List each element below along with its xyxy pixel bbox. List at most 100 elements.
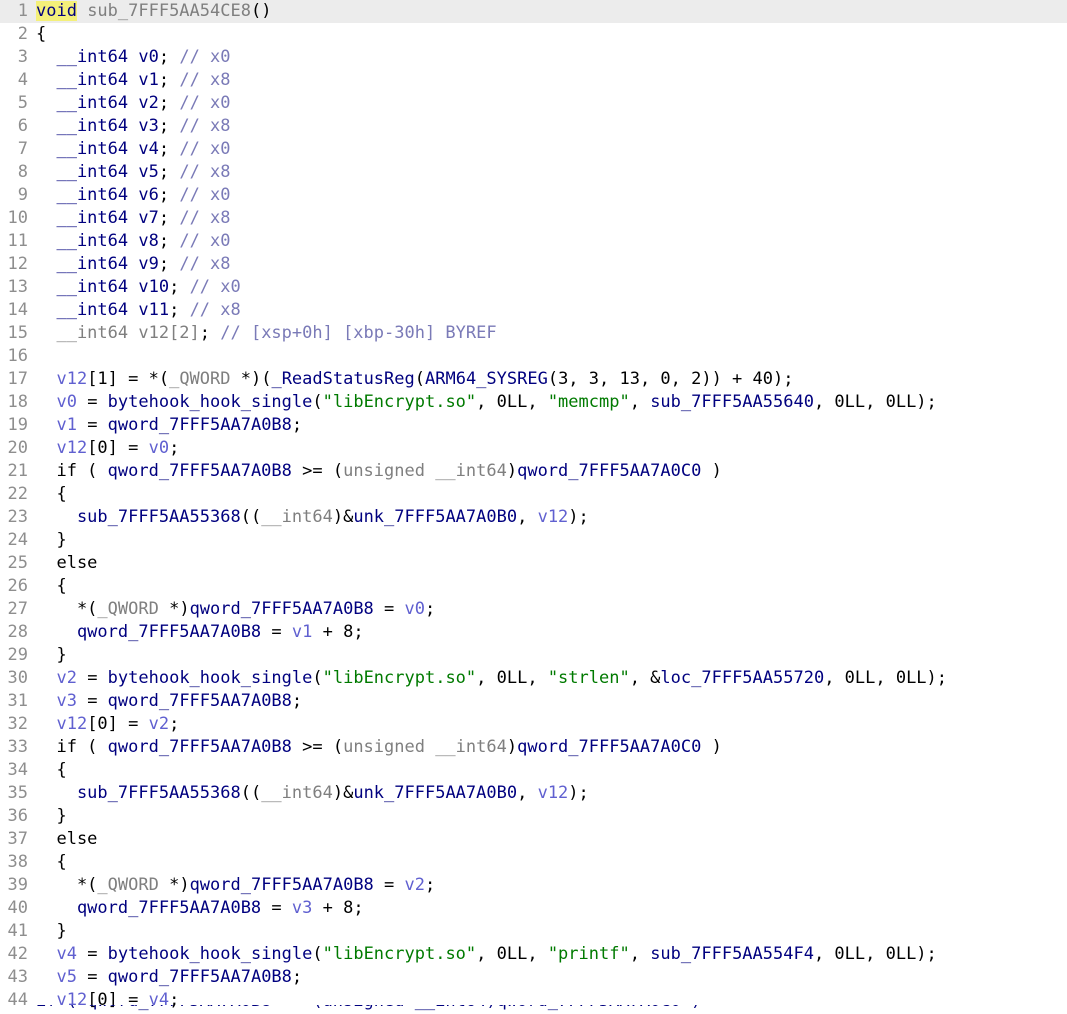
code-token[interactable]: __int64 <box>261 507 333 527</box>
code-token[interactable]: ; <box>159 162 179 182</box>
code-text[interactable]: v2 = bytehook_hook_single("libEncrypt.so… <box>36 667 947 690</box>
code-token[interactable]: unsigned __int64 <box>343 461 507 481</box>
code-text[interactable]: if ( qword_7FFF5AA7A0B8 >= (unsigned __i… <box>36 460 721 483</box>
code-line[interactable]: 1 void sub_7FFF5AA54CE8() <box>0 0 1067 23</box>
code-line[interactable]: 25 else <box>0 552 1067 575</box>
code-line[interactable]: 41 } <box>0 920 1067 943</box>
code-text[interactable]: v12[0] = v0; <box>36 437 179 460</box>
code-token[interactable]: __int64 <box>36 70 128 90</box>
code-line[interactable]: 37 else <box>0 828 1067 851</box>
code-token[interactable]: ; <box>200 323 220 343</box>
code-line[interactable]: 39 *(_QWORD *)qword_7FFF5AA7A0B8 = v2; <box>0 874 1067 897</box>
code-token[interactable]: if ( <box>36 737 108 757</box>
code-token[interactable]: qword_7FFF5AA7A0B8 <box>108 737 292 757</box>
code-token[interactable]: ) <box>507 461 517 481</box>
code-line[interactable]: 24 } <box>0 529 1067 552</box>
code-token[interactable]: } <box>36 806 66 826</box>
code-token[interactable]: ; <box>159 93 179 113</box>
code-token[interactable]: ; <box>169 277 189 297</box>
code-token[interactable]: "libEncrypt.so" <box>323 392 477 412</box>
code-token[interactable]: ARM64_SYSREG <box>425 369 548 389</box>
code-line[interactable]: 21 if ( qword_7FFF5AA7A0B8 >= (unsigned … <box>0 460 1067 483</box>
code-token[interactable]: qword_7FFF5AA7A0B8 <box>36 898 261 918</box>
code-token[interactable]: + 8; <box>312 622 364 642</box>
code-token[interactable]: v12 <box>538 783 569 803</box>
code-token[interactable]: _QWORD <box>169 369 230 389</box>
code-token[interactable]: // x0 <box>179 47 230 67</box>
code-token[interactable]: // x8 <box>179 70 230 90</box>
code-text[interactable]: else <box>36 552 97 575</box>
code-text[interactable]: { <box>36 851 66 874</box>
code-text[interactable]: v1 = qword_7FFF5AA7A0B8; <box>36 414 302 437</box>
code-text[interactable]: __int64 v11; // x8 <box>36 299 240 322</box>
code-token[interactable]: ; <box>169 438 179 458</box>
code-line[interactable]: 18 v0 = bytehook_hook_single("libEncrypt… <box>0 391 1067 414</box>
code-text[interactable]: { <box>36 575 66 598</box>
code-token[interactable]: = <box>77 691 108 711</box>
code-token[interactable]: } <box>36 645 66 665</box>
code-token[interactable]: qword_7FFF5AA7A0B8 <box>108 691 292 711</box>
code-token[interactable]: __int64 <box>36 254 128 274</box>
code-text[interactable]: v12[1] = *(_QWORD *)(_ReadStatusReg(ARM6… <box>36 368 793 391</box>
code-token[interactable]: ; <box>292 691 302 711</box>
code-token[interactable]: "memcmp" <box>548 392 630 412</box>
code-token[interactable]: *( <box>36 599 97 619</box>
code-text[interactable]: __int64 v12[2]; // [xsp+0h] [xbp-30h] BY… <box>36 322 496 345</box>
code-token[interactable]: __int64 <box>36 162 128 182</box>
code-token[interactable]: // x0 <box>179 231 230 251</box>
code-token[interactable]: _ReadStatusReg <box>271 369 414 389</box>
code-line[interactable]: 19 v1 = qword_7FFF5AA7A0B8; <box>0 414 1067 437</box>
code-text[interactable]: } <box>36 644 66 667</box>
code-line[interactable]: 8 __int64 v5; // x8 <box>0 161 1067 184</box>
code-token[interactable]: __int64 <box>36 231 128 251</box>
code-token[interactable]: "printf" <box>548 944 630 964</box>
code-token[interactable]: v0 <box>36 392 76 412</box>
code-token[interactable]: // x0 <box>179 185 230 205</box>
code-token[interactable]: v3 <box>292 898 312 918</box>
code-token[interactable]: qword_7FFF5AA7A0B8 <box>108 967 292 987</box>
code-token[interactable]: ; <box>169 714 179 734</box>
code-text[interactable]: { <box>36 759 66 782</box>
code-token[interactable]: } <box>36 921 66 941</box>
code-line[interactable]: 16 <box>0 345 1067 368</box>
code-text[interactable]: else <box>36 828 97 851</box>
code-token[interactable]: ; <box>159 208 179 228</box>
code-line[interactable]: 43 v5 = qword_7FFF5AA7A0B8; <box>0 966 1067 989</box>
code-token[interactable]: // x8 <box>179 254 230 274</box>
code-token[interactable]: ; <box>159 254 179 274</box>
code-token[interactable]: _QWORD <box>97 599 158 619</box>
code-text[interactable]: qword_7FFF5AA7A0B8 = v3 + 8; <box>36 897 364 920</box>
code-token[interactable]: (( <box>241 783 261 803</box>
code-text[interactable]: } <box>36 920 66 943</box>
code-text[interactable]: v3 = qword_7FFF5AA7A0B8; <box>36 690 302 713</box>
code-token[interactable]: else <box>36 829 97 849</box>
code-token[interactable]: { <box>36 760 66 780</box>
code-token[interactable]: { <box>36 484 66 504</box>
code-token[interactable]: *( <box>36 875 97 895</box>
code-line[interactable]: 23 sub_7FFF5AA55368((__int64)&unk_7FFF5A… <box>0 506 1067 529</box>
code-text[interactable]: __int64 v4; // x0 <box>36 138 230 161</box>
code-token[interactable]: __int64 <box>261 783 333 803</box>
code-line[interactable]: 26 { <box>0 575 1067 598</box>
code-token[interactable]: __int64 <box>36 208 128 228</box>
code-text[interactable]: __int64 v6; // x0 <box>36 184 230 207</box>
code-token[interactable]: v12 <box>36 438 87 458</box>
code-token[interactable]: qword_7FFF5AA7A0B8 <box>190 875 374 895</box>
code-token[interactable]: "strlen" <box>548 668 630 688</box>
code-text[interactable]: } <box>36 805 66 828</box>
code-line[interactable]: 7 __int64 v4; // x0 <box>0 138 1067 161</box>
code-token[interactable]: ( <box>312 668 322 688</box>
code-token[interactable]: if ( <box>36 461 108 481</box>
code-token[interactable]: *) <box>159 875 189 895</box>
code-token[interactable]: , <box>517 783 537 803</box>
code-text[interactable]: __int64 v0; // x0 <box>36 46 230 69</box>
code-line[interactable]: 38 { <box>0 851 1067 874</box>
code-token[interactable]: "libEncrypt.so" <box>323 668 477 688</box>
code-line[interactable]: 31 v3 = qword_7FFF5AA7A0B8; <box>0 690 1067 713</box>
code-token[interactable]: ( <box>415 369 425 389</box>
code-token[interactable]: v5 <box>128 162 158 182</box>
code-token[interactable]: ; <box>292 415 302 435</box>
code-token[interactable]: , 0LL, 0LL); <box>824 668 947 688</box>
code-token[interactable]: v5 <box>36 967 76 987</box>
code-token[interactable]: )& <box>333 507 353 527</box>
